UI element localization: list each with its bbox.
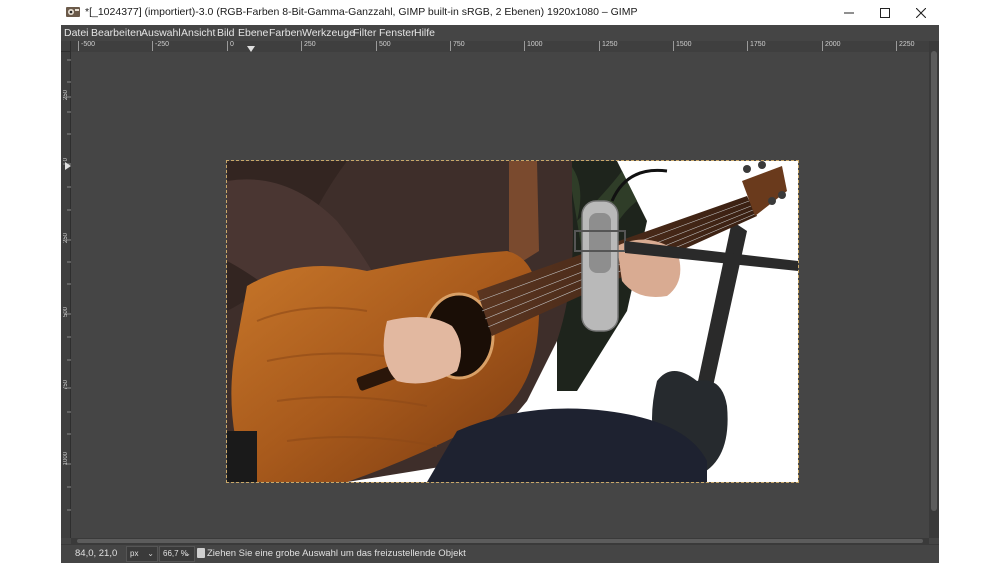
info-icon <box>197 548 205 558</box>
menu-bild[interactable]: Bild <box>217 25 235 41</box>
ruler-tick-label: 0 <box>63 158 69 162</box>
ruler-tick-label: 1250 <box>599 41 618 51</box>
vertical-scroll-thumb[interactable] <box>931 51 937 511</box>
menu-hilfe[interactable]: Hilfe <box>414 25 435 41</box>
image-canvas[interactable] <box>71 52 929 538</box>
guitar-player-photo <box>227 161 798 482</box>
menu-werkzeuge[interactable]: Werkzeuge <box>302 25 355 41</box>
ruler-tick-label: 1000 <box>524 41 543 51</box>
menu-auswahl[interactable]: Auswahl <box>141 25 181 41</box>
horizontal-scroll-thumb[interactable] <box>77 539 923 543</box>
gimp-icon <box>66 7 80 17</box>
status-message: Ziehen Sie eine grobe Auswahl um das fre… <box>207 548 466 559</box>
vertical-ruler[interactable]: 250 0 250 500 750 1000 <box>61 52 71 538</box>
chevron-down-icon: ⌄ <box>184 549 191 558</box>
image-layer[interactable] <box>226 160 799 483</box>
ruler-tick-label: -500 <box>78 41 95 51</box>
title-bar: *[_1024377] (importiert)-3.0 (RGB-Farben… <box>61 0 939 25</box>
status-bar: 84,0, 21,0 px ⌄ 66,7 % ⌄ Ziehen Sie eine… <box>61 544 939 563</box>
ruler-tick-label: 2000 <box>822 41 841 51</box>
ruler-tick-label: 0 <box>227 41 234 51</box>
ruler-tick-label: 750 <box>450 41 465 51</box>
maximize-icon <box>880 7 890 18</box>
ruler-tick-label: -250 <box>152 41 169 51</box>
minimize-button[interactable] <box>831 0 867 25</box>
unit-value: px <box>130 549 139 558</box>
menu-bearbeiten[interactable]: Bearbeiten <box>91 25 142 41</box>
ruler-tick-label: 250 <box>301 41 316 51</box>
menu-fenster[interactable]: Fenster <box>379 25 415 41</box>
menu-farben[interactable]: Farben <box>269 25 302 41</box>
pointer-coordinates: 84,0, 21,0 <box>75 548 118 559</box>
menu-ansicht[interactable]: Ansicht <box>181 25 215 41</box>
minimize-icon <box>844 12 854 13</box>
ruler-corner[interactable] <box>61 41 71 52</box>
window-title: *[_1024377] (importiert)-3.0 (RGB-Farben… <box>85 6 638 18</box>
menu-filter[interactable]: Filter <box>353 25 376 41</box>
ruler-tick-label: 250 <box>63 90 69 101</box>
ruler-tick-label: 500 <box>63 307 69 318</box>
gimp-window: *[_1024377] (importiert)-3.0 (RGB-Farben… <box>61 0 939 563</box>
menu-datei[interactable]: Datei <box>64 25 89 41</box>
ruler-tick-label: 750 <box>63 380 69 391</box>
unit-select[interactable]: px ⌄ <box>126 546 158 562</box>
zoom-select[interactable]: 66,7 % ⌄ <box>159 546 195 562</box>
ruler-tick-label: 500 <box>376 41 391 51</box>
chevron-down-icon: ⌄ <box>147 549 154 558</box>
close-button[interactable] <box>903 0 939 25</box>
ruler-tick-label: 1000 <box>63 452 69 466</box>
ruler-tick-label: 1750 <box>747 41 766 51</box>
ruler-tick-label: 250 <box>63 233 69 244</box>
menu-ebene[interactable]: Ebene <box>238 25 268 41</box>
vertical-scrollbar[interactable] <box>929 41 939 538</box>
ruler-tick-label: 1500 <box>673 41 692 51</box>
menu-bar: Datei Bearbeiten Auswahl Ansicht Bild Eb… <box>61 25 939 41</box>
maximize-button[interactable] <box>867 0 903 25</box>
close-icon <box>916 7 926 18</box>
ruler-tick-label: 2250 <box>896 41 915 51</box>
